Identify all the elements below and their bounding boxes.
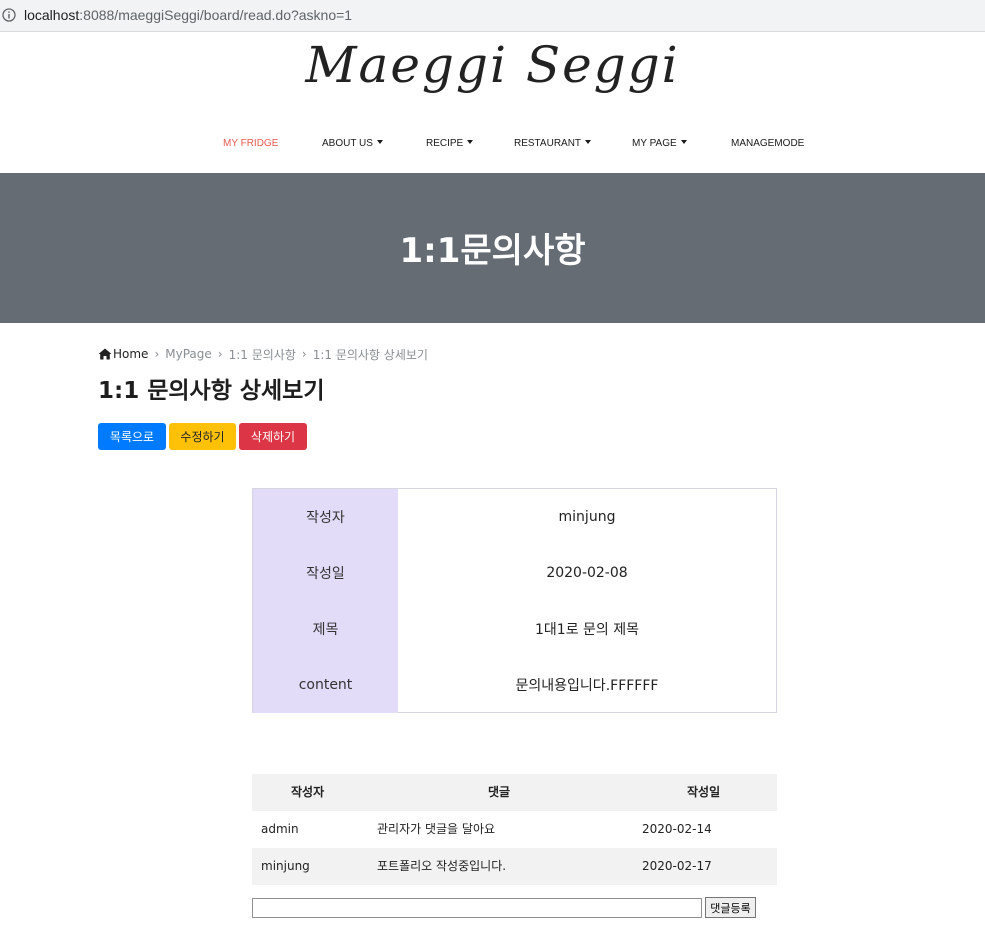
nav-item-label: MY FRIDGE xyxy=(223,138,279,149)
nav-item-managemode[interactable]: MANAGEMODE xyxy=(731,138,804,149)
table-row: admin 관리자가 댓글을 달아요 2020-02-14 xyxy=(252,811,777,848)
info-icon[interactable] xyxy=(2,8,16,22)
nav-item-my-page[interactable]: MY PAGE xyxy=(632,138,687,149)
reply-input[interactable] xyxy=(252,898,702,918)
detail-value: 2020-02-08 xyxy=(546,565,628,581)
comment-date: 2020-02-17 xyxy=(642,859,712,873)
browser-url-bar[interactable]: localhost:8088/maeggiSeggi/board/read.do… xyxy=(0,0,985,32)
nav-item-my-fridge[interactable]: MY FRIDGE xyxy=(223,138,278,149)
caret-down-icon xyxy=(585,140,592,144)
breadcrumb-home-label: Home xyxy=(113,347,149,361)
detail-label: 작성일 xyxy=(253,545,398,601)
url-path: :8088/maeggiSeggi/board/read.do?askno=1 xyxy=(79,7,353,23)
detail-value: 1대1로 문의 제목 xyxy=(535,622,639,638)
nav-item-recipe[interactable]: RECIPE xyxy=(426,138,474,149)
detail-row-author: 작성자 minjung xyxy=(253,489,776,545)
column-header-comment: 댓글 xyxy=(488,785,511,799)
breadcrumb: Home › MyPage › 1:1 문의사항 › 1:1 문의사항 상세보기 xyxy=(98,345,428,363)
site-logo[interactable]: Maeggi Seggi xyxy=(0,36,985,94)
chevron-right-icon: › xyxy=(154,347,160,361)
nav-item-label: ABOUT US xyxy=(322,138,373,149)
page-banner: 1:1문의사항 xyxy=(0,173,985,323)
nav-item-label: MANAGEMODE xyxy=(731,138,805,149)
nav-item-label: RESTAURANT xyxy=(514,138,582,149)
caret-down-icon xyxy=(467,140,474,144)
table-row: minjung 포트폴리오 작성중입니다. 2020-02-17 xyxy=(252,848,777,885)
caret-down-icon xyxy=(376,140,383,144)
detail-row-content: content 문의내용입니다.FFFFFF xyxy=(253,657,776,713)
comment-author: minjung xyxy=(261,859,310,873)
action-buttons: 목록으로 수정하기 삭제하기 xyxy=(98,423,307,450)
column-header-author: 작성자 xyxy=(291,785,325,799)
edit-button[interactable]: 수정하기 xyxy=(169,423,236,450)
detail-row-date: 작성일 2020-02-08 xyxy=(253,545,776,601)
comment-text: 관리자가 댓글을 달아요 xyxy=(377,822,496,836)
detail-value: 문의내용입니다.FFFFFF xyxy=(515,678,659,694)
breadcrumb-item-current: 1:1 문의사항 상세보기 xyxy=(312,347,428,362)
nav-item-restaurant[interactable]: RESTAURANT xyxy=(514,138,592,149)
caret-down-icon xyxy=(680,140,687,144)
url-host: localhost xyxy=(24,7,80,23)
nav-item-label: MY PAGE xyxy=(632,138,677,149)
page-title: 1:1 문의사항 상세보기 xyxy=(98,378,325,404)
chevron-right-icon: › xyxy=(301,347,307,361)
comment-text: 포트폴리오 작성중입니다. xyxy=(377,859,507,873)
delete-button[interactable]: 삭제하기 xyxy=(239,423,307,450)
breadcrumb-item-inquiry[interactable]: 1:1 문의사항 xyxy=(229,346,296,363)
nav-item-label: RECIPE xyxy=(426,138,464,149)
breadcrumb-item-mypage[interactable]: MyPage xyxy=(165,347,212,361)
chevron-right-icon: › xyxy=(217,347,223,361)
comments-header-row: 작성자 댓글 작성일 xyxy=(252,774,777,811)
nav-item-about-us[interactable]: ABOUT US xyxy=(322,138,383,149)
detail-value: minjung xyxy=(558,509,616,525)
detail-row-title: 제목 1대1로 문의 제목 xyxy=(253,601,776,657)
comment-date: 2020-02-14 xyxy=(642,822,712,836)
column-header-date: 작성일 xyxy=(687,785,721,799)
banner-title: 1:1문의사항 xyxy=(399,231,586,271)
url-text[interactable]: localhost:8088/maeggiSeggi/board/read.do… xyxy=(24,7,352,23)
comments-table: 작성자 댓글 작성일 admin 관리자가 댓글을 달아요 2020-02-14… xyxy=(252,774,777,885)
back-to-list-button[interactable]: 목록으로 xyxy=(98,423,166,450)
detail-label: 제목 xyxy=(253,601,398,657)
main-nav: MY FRIDGE ABOUT US RECIPE RESTAURANT MY … xyxy=(0,138,985,156)
home-icon xyxy=(98,348,112,360)
inquiry-detail-table: 작성자 minjung 작성일 2020-02-08 제목 1대1로 문의 제목… xyxy=(252,488,777,713)
submit-reply-button[interactable]: 댓글등록 xyxy=(705,897,756,918)
comment-author: admin xyxy=(261,822,299,836)
detail-label: content xyxy=(253,657,398,713)
detail-label: 작성자 xyxy=(253,489,398,545)
breadcrumb-home[interactable]: Home xyxy=(98,347,148,361)
